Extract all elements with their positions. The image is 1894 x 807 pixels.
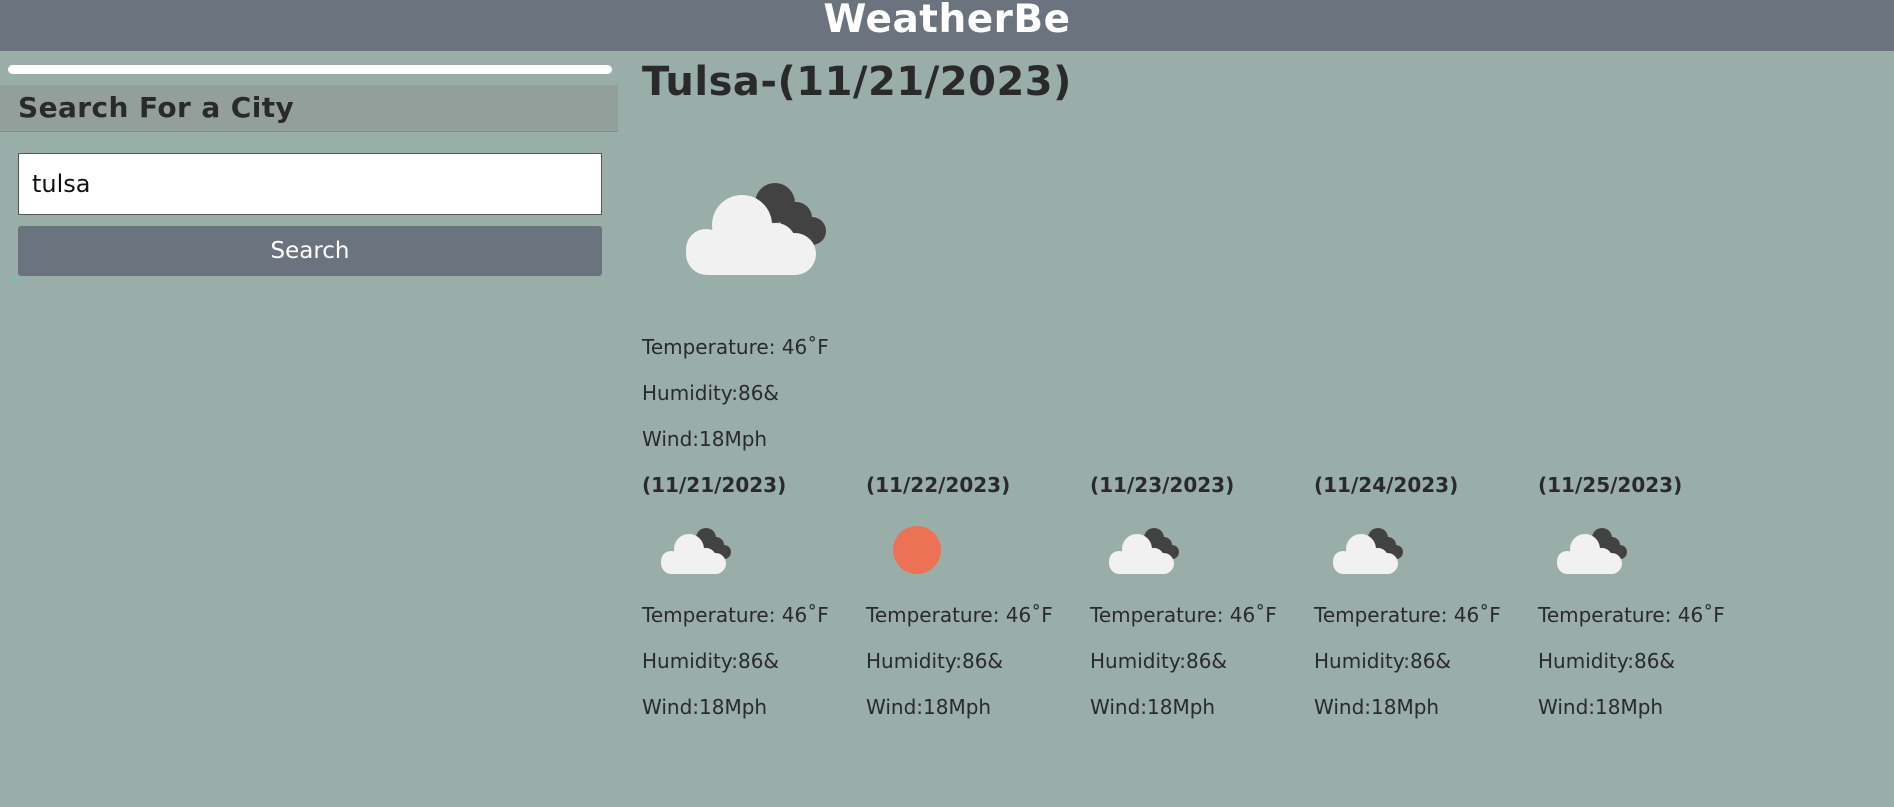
current-humidity: Humidity:86& <box>642 381 780 405</box>
forecast-date: (11/24/2023) <box>1314 473 1459 497</box>
forecast-wind: Wind:18Mph <box>866 695 992 719</box>
search-heading: Search For a City <box>18 91 295 124</box>
focus-mark <box>14 277 17 279</box>
forecast-humidity: Humidity:86& <box>866 649 1004 673</box>
cloudy-icon <box>686 183 826 275</box>
current-wind: Wind:18Mph <box>642 427 768 451</box>
forecast-humidity: Humidity:86& <box>642 649 780 673</box>
search-button[interactable]: Search <box>18 226 602 276</box>
forecast-date: (11/21/2023) <box>642 473 787 497</box>
app-header: WeatherBe <box>0 0 1894 51</box>
sun-icon <box>893 526 941 574</box>
forecast-temperature: Temperature: 46˚F <box>1314 603 1501 627</box>
forecast-date: (11/25/2023) <box>1538 473 1683 497</box>
forecast-card: (11/22/2023) Temperature: 46˚F Humidity:86… <box>866 472 1086 732</box>
cloudy-icon <box>1109 528 1179 574</box>
forecast-temperature: Temperature: 46˚F <box>1090 603 1277 627</box>
cloudy-icon <box>1333 528 1403 574</box>
sidebar-top-bar <box>8 65 612 74</box>
city-search-input[interactable] <box>18 153 602 215</box>
forecast-temperature: Temperature: 46˚F <box>866 603 1053 627</box>
forecast-card: (11/24/2023) Temperature: 46˚F Humidity:86… <box>1314 472 1534 732</box>
forecast-date: (11/22/2023) <box>866 473 1011 497</box>
app-title: WeatherBe <box>823 0 1071 42</box>
forecast-card: (11/25/2023) Temperature: 46˚F Humidity:86… <box>1538 472 1758 732</box>
forecast-wind: Wind:18Mph <box>1090 695 1216 719</box>
cloudy-icon <box>1557 528 1627 574</box>
forecast-wind: Wind:18Mph <box>1538 695 1664 719</box>
forecast-card: (11/21/2023) Temperature: 46˚F Humidity:86… <box>642 472 862 732</box>
forecast-humidity: Humidity:86& <box>1538 649 1676 673</box>
forecast-humidity: Humidity:86& <box>1314 649 1452 673</box>
forecast-card: (11/23/2023) Temperature: 46˚F Humidity:86… <box>1090 472 1310 732</box>
search-sidebar: Search For a City Search <box>0 51 618 807</box>
search-heading-bar: Search For a City <box>0 85 618 132</box>
forecast-wind: Wind:18Mph <box>1314 695 1440 719</box>
current-city-title: Tulsa-(11/21/2023) <box>642 59 1072 105</box>
cloudy-icon <box>661 528 731 574</box>
forecast-wind: Wind:18Mph <box>642 695 768 719</box>
forecast-temperature: Temperature: 46˚F <box>642 603 829 627</box>
current-temperature: Temperature: 46˚F <box>642 335 829 359</box>
forecast-temperature: Temperature: 46˚F <box>1538 603 1725 627</box>
forecast-date: (11/23/2023) <box>1090 473 1235 497</box>
forecast-humidity: Humidity:86& <box>1090 649 1228 673</box>
